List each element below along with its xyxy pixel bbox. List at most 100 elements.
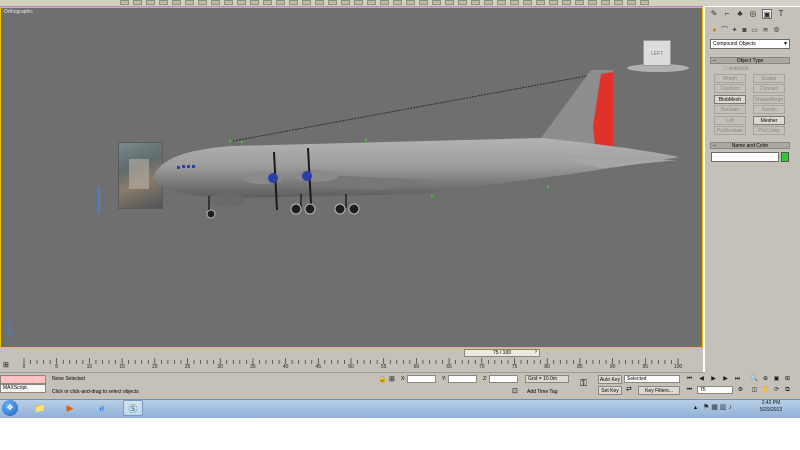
morph-button[interactable]: Morph <box>714 74 746 83</box>
category-geometry-icon[interactable]: ● <box>710 26 719 35</box>
blobmesh-button[interactable]: BlobMesh <box>714 95 746 104</box>
toolbar-button[interactable] <box>432 0 441 5</box>
proboolean-button[interactable]: ProBoolean <box>714 126 746 135</box>
tab-modify-icon[interactable]: ⌐ <box>722 9 732 19</box>
absolute-mode-icon[interactable]: ⊞ <box>389 375 395 383</box>
toolbar-button[interactable] <box>341 0 350 5</box>
object-type-rollout[interactable]: – Object Type <box>710 57 790 64</box>
object-category-dropdown[interactable]: Compound Objects ▼ <box>710 39 790 49</box>
toolbar-button[interactable] <box>588 0 597 5</box>
mesher-button[interactable]: Mesher <box>753 116 785 125</box>
key-filters-button[interactable]: Key Filters... <box>638 386 680 395</box>
category-systems-icon[interactable]: ⚙ <box>772 26 781 35</box>
key-mode-toggle-icon[interactable]: ⇄ <box>626 385 632 393</box>
shapemerge-button[interactable]: ShapeMerge <box>753 95 785 104</box>
connect-button[interactable]: Connect <box>753 84 785 93</box>
toolbar-button[interactable] <box>146 0 155 5</box>
toolbar-button[interactable] <box>250 0 259 5</box>
tab-motion-icon[interactable]: ◎ <box>748 9 758 19</box>
toolbar-button[interactable] <box>406 0 415 5</box>
toolbar-button[interactable] <box>497 0 506 5</box>
tray-clock[interactable]: 2:42 PM 5/29/2013 <box>748 400 794 414</box>
object-color-swatch[interactable] <box>781 152 789 162</box>
toolbar-button[interactable] <box>302 0 311 5</box>
lock-selection-icon[interactable]: 🔒 <box>378 375 387 383</box>
auto-key-button[interactable]: Auto Key <box>598 375 622 384</box>
explorer-taskbar-icon[interactable]: 📁 <box>30 400 50 416</box>
zoom-all-icon[interactable]: ⊕ <box>761 375 770 383</box>
add-time-tag-label[interactable]: Add Time Tag <box>527 389 557 395</box>
key-mode-icon[interactable]: ⏮ <box>685 386 694 394</box>
toolbar-button[interactable] <box>185 0 194 5</box>
zoom-extents-icon[interactable]: ▣ <box>772 375 781 383</box>
tab-hierarchy-icon[interactable]: ♣ <box>735 9 745 19</box>
toolbar-button[interactable] <box>159 0 168 5</box>
object-name-input[interactable] <box>711 152 779 162</box>
toolbar-button[interactable] <box>328 0 337 5</box>
maxscript-mini[interactable] <box>0 375 46 384</box>
toolbar-button[interactable] <box>445 0 454 5</box>
terrain-button[interactable]: Terrain <box>753 105 785 114</box>
toolbar-button[interactable] <box>575 0 584 5</box>
scatter-button[interactable]: Scatter <box>753 74 785 83</box>
pan-icon[interactable]: ✋ <box>761 386 770 394</box>
start-button[interactable]: ❖ <box>2 400 18 416</box>
procutter-button[interactable]: ProCutter <box>753 126 785 135</box>
go-to-start-icon[interactable]: ⏮ <box>685 375 694 383</box>
category-helpers-icon[interactable]: ▭ <box>750 26 759 35</box>
toolbar-button[interactable] <box>198 0 207 5</box>
tab-create-icon[interactable]: ✎ <box>709 9 719 19</box>
toolbar-button[interactable] <box>536 0 545 5</box>
time-slider-thumb[interactable]: 75 / 100 <box>464 349 540 357</box>
internet-explorer-taskbar-icon[interactable]: ℯ <box>92 400 112 416</box>
play-icon[interactable]: ▶ <box>709 375 718 383</box>
3dsmax-taskbar-icon[interactable]: Ⓢ <box>123 400 143 416</box>
category-cameras-icon[interactable]: ◙ <box>740 26 749 35</box>
key-mode-select[interactable]: Selected <box>624 375 680 383</box>
tray-icons[interactable]: ⚑ ▦ ▥ ♪ <box>703 403 732 411</box>
field-of-view-icon[interactable]: ◫ <box>750 386 759 394</box>
aircraft-model[interactable] <box>1 8 703 348</box>
category-lights-icon[interactable]: ✦ <box>730 26 739 35</box>
toolbar-button[interactable] <box>627 0 636 5</box>
current-frame-input[interactable]: 75 <box>697 386 733 394</box>
toolbar-button[interactable] <box>640 0 649 5</box>
category-shapes-icon[interactable]: ⌒ <box>720 26 729 35</box>
toolbar-button[interactable] <box>471 0 480 5</box>
next-frame-icon[interactable]: ▶ <box>721 375 730 383</box>
toolbar-button[interactable] <box>133 0 142 5</box>
toolbar-button[interactable] <box>562 0 571 5</box>
maximize-viewport-icon[interactable]: ⧉ <box>783 386 792 394</box>
toolbar-button[interactable] <box>510 0 519 5</box>
toolbar-button[interactable] <box>393 0 402 5</box>
viewport[interactable]: Orthographic LEFT <box>0 7 703 348</box>
name-color-rollout[interactable]: – Name and Color <box>710 142 790 149</box>
toolbar-button[interactable] <box>549 0 558 5</box>
autogrid-checkbox[interactable]: ☐ AutoGrid <box>723 66 748 72</box>
toolbar-button[interactable] <box>354 0 363 5</box>
tray-expand-icon[interactable]: ▴ <box>694 404 697 411</box>
tab-utilities-icon[interactable]: T <box>776 9 786 19</box>
toolbar-button[interactable] <box>315 0 324 5</box>
toolbar-button[interactable] <box>289 0 298 5</box>
x-coordinate-input[interactable] <box>407 375 436 383</box>
toolbar-button[interactable] <box>484 0 493 5</box>
toolbar-button[interactable] <box>380 0 389 5</box>
key-icon[interactable]: ⚿ <box>580 378 587 389</box>
category-spacewarps-icon[interactable]: ≋ <box>761 26 770 35</box>
toolbar-button[interactable] <box>263 0 272 5</box>
toolbar-button[interactable] <box>224 0 233 5</box>
time-slider-track[interactable] <box>0 348 703 358</box>
create-key-icon[interactable]: ⊞ <box>3 361 9 369</box>
toolbar-button[interactable] <box>120 0 129 5</box>
media-player-taskbar-icon[interactable]: ▶ <box>60 400 80 416</box>
toolbar-button[interactable] <box>523 0 532 5</box>
toolbar-button[interactable] <box>614 0 623 5</box>
toolbar-button[interactable] <box>458 0 467 5</box>
time-config-icon[interactable]: ⚙ <box>736 386 745 394</box>
conform-button[interactable]: Conform <box>714 84 746 93</box>
slider-right-arrow-icon[interactable]: › <box>535 349 537 355</box>
toolbar-button[interactable] <box>601 0 610 5</box>
time-tag-icon[interactable]: ⊡ <box>512 387 518 395</box>
zoom-extents-all-icon[interactable]: ⊞ <box>783 375 792 383</box>
